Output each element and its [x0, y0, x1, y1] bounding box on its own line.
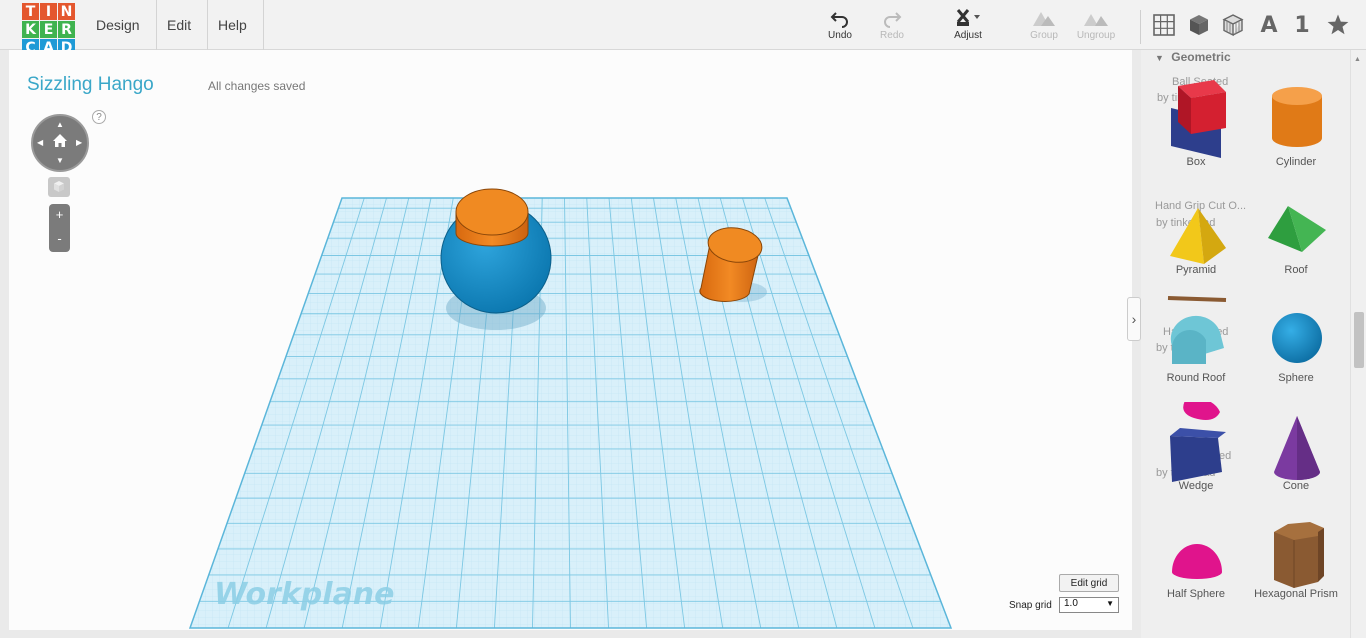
toolbar-divider	[1140, 10, 1141, 44]
shape-sphere[interactable]: Sphere	[1246, 288, 1346, 396]
sphere-icon	[1272, 313, 1322, 363]
chevron-right-icon: ›	[1131, 311, 1137, 327]
redo-button[interactable]: Redo	[864, 8, 920, 41]
number-tool-icon[interactable]: 1	[1289, 11, 1315, 39]
logo-letter: I	[40, 3, 57, 20]
menu-help[interactable]: Help	[202, 0, 264, 50]
menu-edit-label: Edit	[167, 17, 192, 33]
adjust-label: Adjust	[954, 30, 982, 41]
logo-letter: E	[40, 21, 57, 38]
scroll-up-icon[interactable]: ▲	[1354, 56, 1361, 63]
undo-icon	[830, 12, 848, 28]
shape-round-roof[interactable]: Round Roof	[1146, 288, 1246, 396]
collapse-triangle-icon: ▼	[1155, 53, 1164, 63]
shape-half-sphere[interactable]: Half Sphere	[1146, 504, 1246, 612]
round-roof-icon	[1167, 296, 1227, 364]
shape-wedge[interactable]: Wedge	[1146, 396, 1246, 504]
logo-letter: K	[22, 21, 39, 38]
logo-letter: N	[58, 3, 75, 20]
workplane-label: Workplane	[214, 577, 395, 612]
shape-label: Roof	[1284, 264, 1308, 276]
menu-design[interactable]: Design	[80, 0, 157, 50]
panel-scrollbar[interactable]: ▲	[1350, 50, 1366, 638]
redo-label: Redo	[880, 30, 904, 41]
shape-roof[interactable]: Roof	[1246, 180, 1346, 288]
text-tool-icon[interactable]: A	[1256, 11, 1282, 39]
shape-cone[interactable]: Cone	[1246, 396, 1346, 504]
ungroup-button[interactable]: Ungroup	[1068, 8, 1124, 41]
grid-view-icon[interactable]	[1151, 11, 1177, 39]
half-sphere-icon	[1172, 544, 1222, 579]
design-canvas[interactable]: Sizzling Hango All changes saved ? ▲ ▼ ◀…	[9, 50, 1132, 630]
shape-cylinder[interactable]: Cylinder	[1246, 72, 1346, 180]
shape-label: Cone	[1282, 480, 1310, 492]
scroll-thumb[interactable]	[1354, 312, 1364, 368]
adjust-button[interactable]: Adjust	[940, 8, 996, 41]
adjust-icon	[956, 9, 980, 26]
logo-letter: R	[58, 21, 75, 38]
shape-label: Sphere	[1278, 372, 1314, 384]
wireframe-cube-icon[interactable]	[1220, 11, 1246, 39]
shapes-panel: ▼ Geometric Ball Seated by tinkercad Han…	[1141, 50, 1350, 638]
logo-letter: T	[22, 3, 39, 20]
shape-label: Box	[1186, 156, 1206, 168]
panel-heading[interactable]: ▼ Geometric	[1155, 50, 1231, 64]
orange-cylinder-on-sphere[interactable]	[455, 188, 529, 247]
shape-box[interactable]: Box	[1146, 72, 1246, 180]
number-tool-label: 1	[1294, 12, 1310, 38]
box-icon	[1171, 80, 1226, 158]
menu-edit[interactable]: Edit	[151, 0, 209, 50]
shape-label: Hexagonal Prism	[1254, 588, 1338, 600]
cylinder-icon	[1272, 87, 1322, 147]
snap-grid-value: 1.0	[1064, 598, 1078, 609]
tinkercad-logo[interactable]: TINKERCAD	[22, 3, 78, 57]
panel-heading-label: Geometric	[1171, 50, 1231, 64]
hexagonal-prism-icon	[1274, 522, 1324, 588]
wedge-icon	[1170, 402, 1226, 482]
shape-hexagonal-prism[interactable]: Hexagonal Prism	[1246, 504, 1346, 612]
solid-cube-icon[interactable]	[1186, 11, 1212, 39]
ungroup-icon	[1084, 14, 1108, 26]
shape-label: Pyramid	[1175, 264, 1217, 276]
group-button[interactable]: Group	[1016, 8, 1072, 41]
tinkercad-app: TINKERCAD Design Edit Help Undo Redo Adj…	[0, 0, 1366, 638]
undo-label: Undo	[828, 30, 852, 41]
shape-label: Cylinder	[1275, 156, 1317, 168]
menu-help-label: Help	[218, 17, 247, 33]
group-icon	[1033, 12, 1055, 26]
cone-icon	[1274, 416, 1320, 480]
top-bar: TINKERCAD Design Edit Help Undo Redo Adj…	[0, 0, 1366, 56]
snap-grid-select[interactable]: 1.0 ▼	[1059, 597, 1119, 613]
menu-design-label: Design	[96, 17, 140, 33]
shape-pyramid[interactable]: Pyramid	[1146, 180, 1246, 288]
shape-label: Round Roof	[1166, 372, 1226, 384]
pyramid-icon	[1170, 208, 1226, 264]
undo-button[interactable]: Undo	[812, 8, 868, 41]
edit-grid-button[interactable]: Edit grid	[1059, 574, 1119, 592]
text-tool-label: A	[1260, 12, 1278, 38]
dropdown-caret-icon: ▼	[1106, 599, 1114, 608]
collapse-panel-toggle[interactable]: ›	[1127, 297, 1141, 341]
redo-icon	[884, 12, 902, 28]
roof-icon	[1268, 206, 1326, 252]
shape-label: Wedge	[1178, 480, 1214, 492]
workplane-grid[interactable]	[188, 197, 953, 629]
star-icon[interactable]	[1325, 11, 1351, 39]
workplane-scene[interactable]	[9, 50, 1132, 630]
shape-label: Half Sphere	[1166, 588, 1226, 600]
group-label: Group	[1030, 30, 1058, 41]
snap-grid-label: Snap grid	[1009, 600, 1052, 611]
ungroup-label: Ungroup	[1076, 30, 1116, 41]
